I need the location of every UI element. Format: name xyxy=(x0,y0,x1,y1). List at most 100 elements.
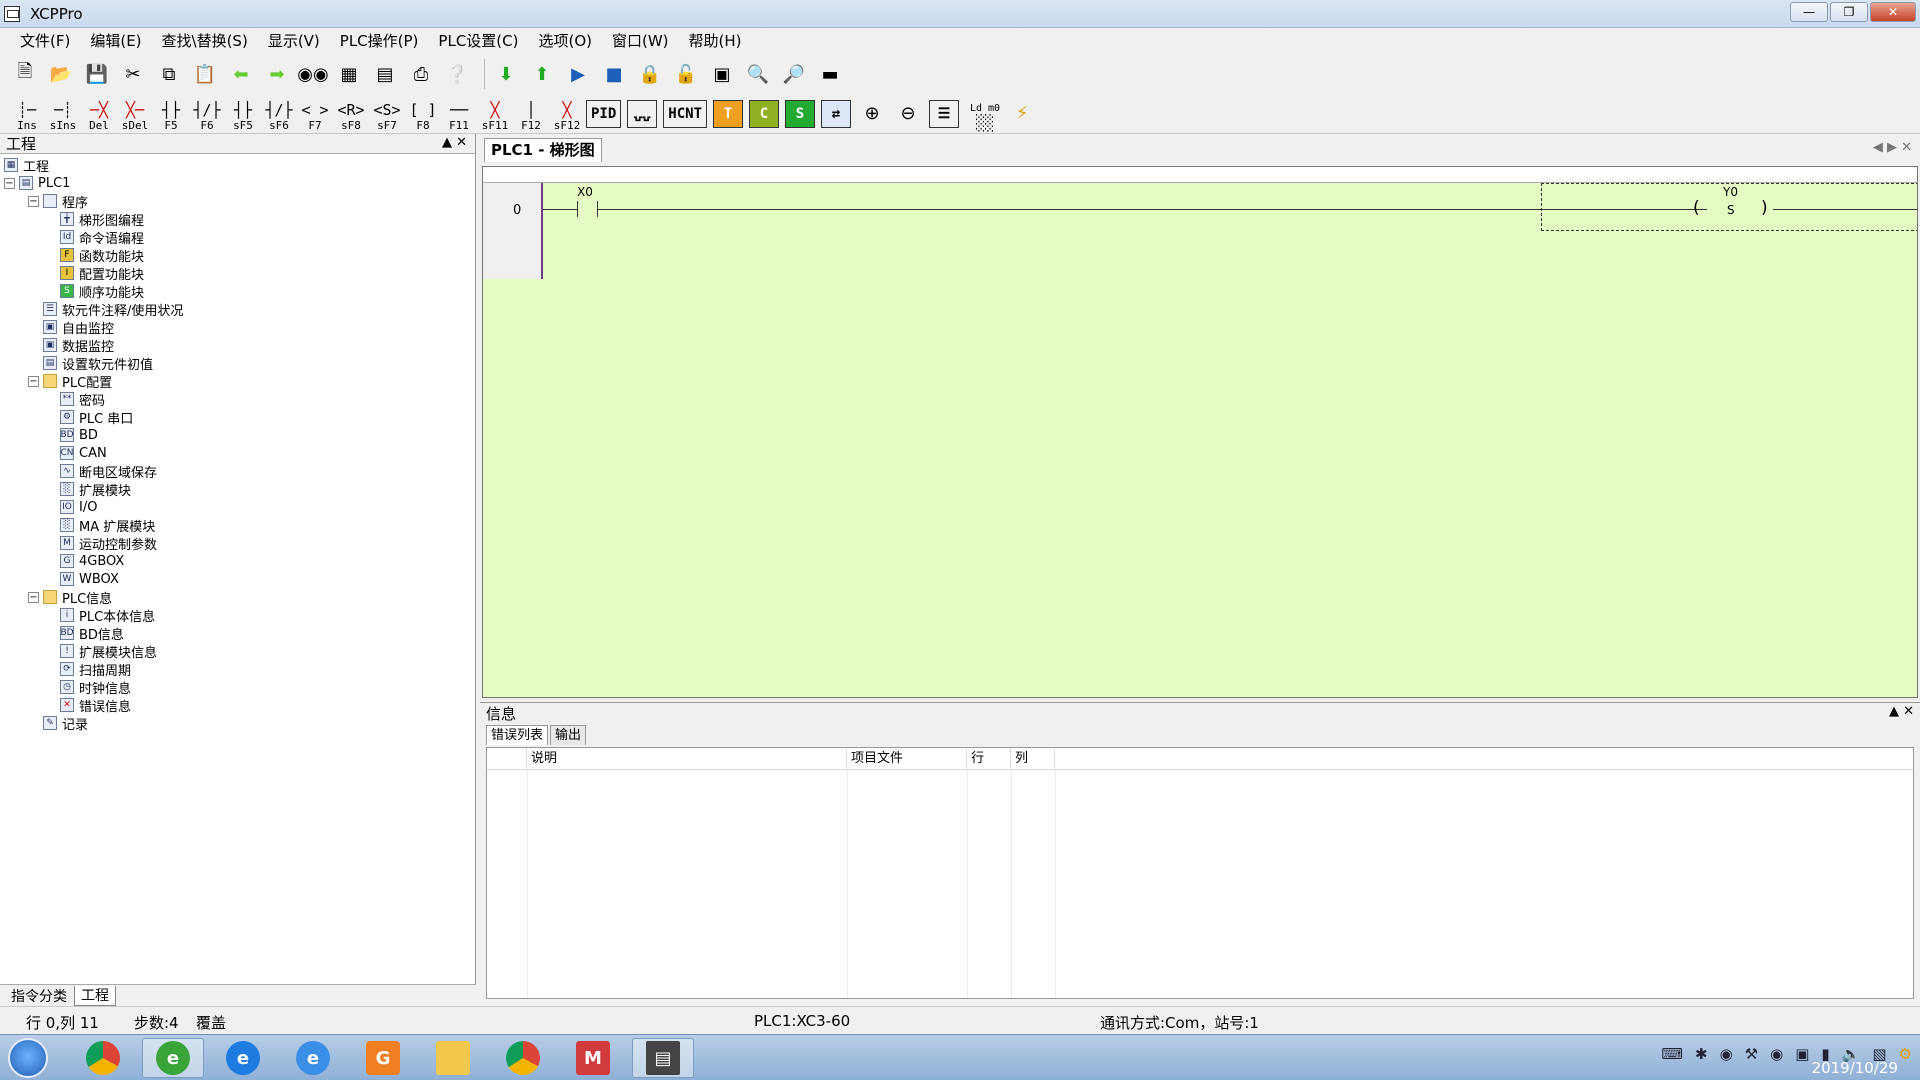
window-icon[interactable]: ▤ xyxy=(370,59,400,89)
copy-icon[interactable]: ⧉ xyxy=(154,59,184,89)
pid-button[interactable]: PID xyxy=(586,99,622,128)
tools-icon[interactable]: ⚒ xyxy=(1745,1045,1758,1063)
vertical-line-button[interactable]: │ F12 xyxy=(514,96,548,132)
comment-toggle-icon[interactable]: ⇄ xyxy=(821,99,852,128)
tree-config-block[interactable]: I 配置功能块 xyxy=(0,264,475,283)
chrome-icon[interactable] xyxy=(72,1038,134,1078)
help-icon[interactable]: ❔ xyxy=(442,59,472,89)
tab-output[interactable]: 输出 xyxy=(550,725,587,745)
paste-icon[interactable]: 📋 xyxy=(190,59,220,89)
menu-file[interactable]: 文件(F) xyxy=(10,28,80,54)
tree-root[interactable]: ▦ 工程 xyxy=(0,156,475,175)
tree-bd[interactable]: BD BD xyxy=(0,426,475,444)
tree-power-save[interactable]: ∿ 断电区域保存 xyxy=(0,462,475,481)
collapse-icon[interactable]: − xyxy=(28,195,39,207)
upload-icon[interactable]: ⬆ xyxy=(527,59,557,89)
zoom-in-icon[interactable]: ⊕ xyxy=(857,99,887,129)
tree-ext-module[interactable]: ░ 扩展模块 xyxy=(0,480,475,499)
tab-instruction-category[interactable]: 指令分类 xyxy=(4,986,74,1006)
coil-button[interactable]: < > F7 xyxy=(298,96,332,132)
ladder-canvas[interactable]: 0 X0 Y0 ( S ) xyxy=(482,166,1918,698)
delete-horizontal-line-button[interactable]: ╳ sF11 xyxy=(478,96,512,132)
col-row[interactable]: 行 xyxy=(967,748,1011,769)
pdf-icon[interactable]: G xyxy=(352,1038,414,1078)
unlock-icon[interactable]: 🔓 xyxy=(671,59,701,89)
counter-button[interactable]: C xyxy=(749,99,780,128)
tree-func-block[interactable]: F 函数功能块 xyxy=(0,246,475,265)
panel-pin-close-icon[interactable]: ▲ ✕ xyxy=(442,135,467,150)
tree-4gbox[interactable]: G 4GBOX xyxy=(0,552,475,570)
back-arrow-icon[interactable]: ⬅ xyxy=(226,59,256,89)
tree-clock[interactable]: ◷ 时钟信息 xyxy=(0,678,475,697)
cut-icon[interactable]: ✂ xyxy=(118,59,148,89)
menu-view[interactable]: 显示(V) xyxy=(258,28,330,54)
delete-row-button[interactable]: ─╳ Del xyxy=(82,96,116,132)
pulse-icon[interactable]: ⍽⍽ xyxy=(627,99,658,128)
timer-button[interactable]: T xyxy=(713,99,744,128)
parallel-nc-button[interactable]: ┤/├ sF6 xyxy=(262,96,296,132)
tree-init-values[interactable]: ▤ 设置软元件初值 xyxy=(0,354,475,373)
ie-icon[interactable]: e xyxy=(212,1038,274,1078)
tree-plc-config[interactable]: − PLC配置 xyxy=(0,372,475,391)
tab-nav-icon[interactable]: ◀ ▶ ✕ xyxy=(1873,140,1912,155)
tree-io[interactable]: IO I/O xyxy=(0,498,475,516)
browser-tray-icon[interactable]: ◉ xyxy=(1720,1045,1733,1063)
parallel-no-button[interactable]: ┤├ sF5 xyxy=(226,96,260,132)
reset-coil-button[interactable]: <R> sF8 xyxy=(334,96,368,132)
save-icon[interactable]: 💾 xyxy=(82,59,112,89)
tree-ma-ext[interactable]: ░ MA 扩展模块 xyxy=(0,516,475,535)
delete-vertical-line-button[interactable]: ╳ sF12 xyxy=(550,96,584,132)
ie-alt-icon[interactable]: e xyxy=(282,1038,344,1078)
keyboard-icon[interactable]: ⌨ xyxy=(1661,1045,1683,1063)
menu-edit[interactable]: 编辑(E) xyxy=(80,28,151,54)
tree-seq-block[interactable]: S 顺序功能块 xyxy=(0,282,475,301)
wechat-icon[interactable]: ◉ xyxy=(1770,1045,1783,1063)
menu-find-replace[interactable]: 查找\替换(S) xyxy=(152,28,258,54)
collapse-icon[interactable]: − xyxy=(28,591,39,603)
insert-row-button[interactable]: ┊─ Ins xyxy=(10,96,44,132)
monitor-icon[interactable]: ▣ xyxy=(707,59,737,89)
menu-plc-operation[interactable]: PLC操作(P) xyxy=(330,28,429,54)
tree-ladder[interactable]: ╈ 梯形图编程 xyxy=(0,210,475,229)
info-pin-close-icon[interactable]: ▲ ✕ xyxy=(1889,704,1914,719)
restore-button[interactable]: ❐ xyxy=(1830,2,1868,22)
display-icon[interactable]: ▣ xyxy=(1795,1045,1809,1063)
tree-password[interactable]: ** 密码 xyxy=(0,390,475,409)
ruler-icon[interactable]: ▬ xyxy=(815,59,845,89)
no-contact-button[interactable]: ┤├ F5 xyxy=(154,96,188,132)
sequence-button[interactable]: S xyxy=(785,99,816,128)
tree-data-monitor[interactable]: ▣ 数据监控 xyxy=(0,336,475,355)
menu-options[interactable]: 选项(O) xyxy=(528,28,602,54)
zoom-out-icon[interactable]: ⊖ xyxy=(893,99,923,129)
close-button[interactable]: ✕ xyxy=(1870,2,1916,22)
tree-wbox[interactable]: W WBOX xyxy=(0,570,475,588)
settings-gear-icon[interactable]: ⚙ xyxy=(1899,1045,1912,1063)
col-project-file[interactable]: 项目文件 xyxy=(847,748,967,769)
tab-error-list[interactable]: 错误列表 xyxy=(486,725,549,745)
tree-plc1[interactable]: − ▤ PLC1 xyxy=(0,174,475,192)
instruction-button[interactable]: [ ] F8 xyxy=(406,96,440,132)
folder-icon[interactable] xyxy=(422,1038,484,1078)
print-icon[interactable]: ⎙ xyxy=(406,59,436,89)
search-device-icon[interactable]: 🔍 xyxy=(743,59,773,89)
menu-help[interactable]: 帮助(H) xyxy=(679,28,752,54)
bluetooth-icon[interactable]: ✱ xyxy=(1695,1045,1708,1063)
minimize-button[interactable]: — xyxy=(1790,2,1828,22)
delete-column-button[interactable]: ╳─ sDel xyxy=(118,96,152,132)
instruction-list-button[interactable]: Ld m0 ░░ xyxy=(965,96,1005,132)
tree-ext-info[interactable]: ! 扩展模块信息 xyxy=(0,642,475,661)
set-coil-button[interactable]: <S> sF7 xyxy=(370,96,404,132)
tree-record[interactable]: ✎ 记录 xyxy=(0,714,475,733)
open-folder-icon[interactable]: 📂 xyxy=(46,59,76,89)
start-button[interactable] xyxy=(8,1038,48,1078)
zoom-find-icon[interactable]: 🔎 xyxy=(779,59,809,89)
tab-project[interactable]: 工程 xyxy=(74,985,116,1006)
binoculars-icon[interactable]: ◉◉ xyxy=(297,59,328,89)
tree-command[interactable]: Id 命令语编程 xyxy=(0,228,475,247)
insert-column-button[interactable]: ─┊ sIns xyxy=(46,96,80,132)
tree-bd-info[interactable]: BD BD信息 xyxy=(0,624,475,643)
lock-icon[interactable]: 🔒 xyxy=(635,59,665,89)
menu-window[interactable]: 窗口(W) xyxy=(602,28,679,54)
tree-motion[interactable]: M 运动控制参数 xyxy=(0,534,475,553)
stop-icon[interactable]: ■ xyxy=(599,59,629,89)
